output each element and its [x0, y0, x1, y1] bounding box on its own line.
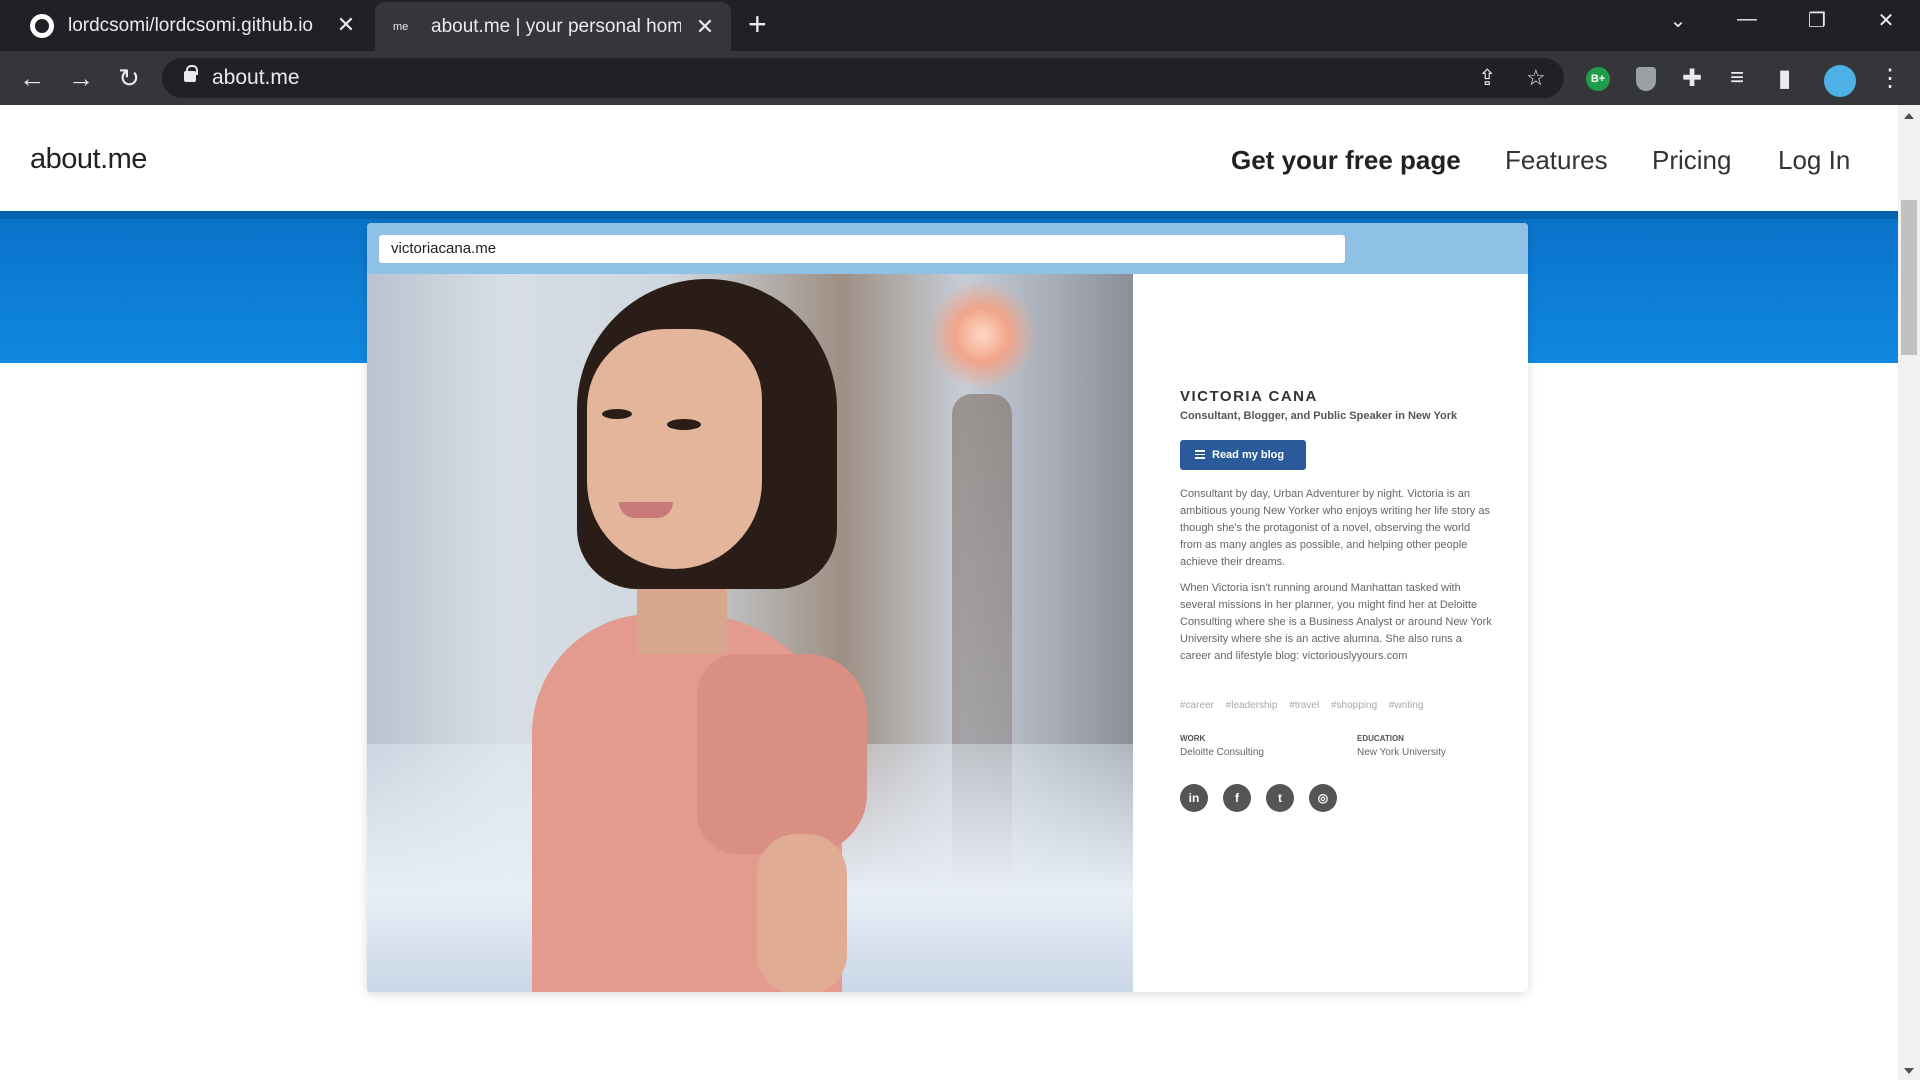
profile-mockup: victoriacana.me VICTORIA CANA Consultant…: [367, 223, 1528, 992]
tag: #shopping: [1330, 700, 1378, 711]
page-viewport: about.me Get your free page Features Pri…: [0, 105, 1898, 1080]
tab-title: about.me | your personal homep: [431, 15, 681, 37]
address-bar[interactable]: about.me ⇪ ☆: [162, 58, 1564, 98]
nav-features[interactable]: Features: [1505, 145, 1608, 176]
lock-icon[interactable]: [184, 65, 198, 82]
tag: #career: [1180, 700, 1214, 711]
site-header: about.me Get your free page Features Pri…: [0, 105, 1898, 211]
forward-icon[interactable]: →: [64, 63, 98, 93]
tag: #leadership: [1225, 700, 1278, 711]
bookmark-star-icon[interactable]: ☆: [1526, 65, 1546, 91]
tab-github[interactable]: lordcsomi/lordcsomi.github.io ✕: [0, 0, 372, 51]
extensions-puzzle-icon[interactable]: ✚: [1682, 64, 1702, 93]
read-blog-button[interactable]: Read my blog: [1180, 440, 1306, 470]
profile-bio-paragraph-1: Consultant by day, Urban Adventurer by n…: [1180, 488, 1490, 568]
education-value: New York University: [1357, 747, 1446, 758]
share-icon[interactable]: ⇪: [1478, 65, 1496, 91]
profile-tags: #career #leadership #travel #shopping #w…: [1180, 700, 1432, 711]
bplus-extension-icon[interactable]: B+: [1586, 67, 1610, 91]
menu-kebab-icon[interactable]: ⋮: [1878, 64, 1902, 93]
address-text[interactable]: about.me: [212, 66, 300, 90]
shield-extension-icon[interactable]: [1636, 67, 1656, 91]
profile-photo: [367, 274, 1133, 992]
site-logo[interactable]: about.me: [30, 143, 147, 176]
browser-toolbar: ← → ↻ about.me ⇪ ☆ B+ ✚ ≡ ▮ ⋮: [0, 51, 1920, 105]
close-window-button[interactable]: ✕: [1866, 8, 1906, 33]
education-label: EDUCATION: [1357, 734, 1404, 743]
github-icon: [30, 13, 54, 38]
profile-avatar[interactable]: [1824, 65, 1856, 97]
aboutme-favicon: me: [393, 20, 409, 33]
tab-search-icon[interactable]: ⌄: [1658, 8, 1698, 33]
close-icon[interactable]: ✕: [693, 14, 717, 40]
close-icon[interactable]: ✕: [334, 12, 358, 38]
restore-button[interactable]: ❐: [1797, 8, 1837, 33]
tab-aboutme[interactable]: me about.me | your personal homep ✕: [375, 2, 731, 51]
facebook-icon[interactable]: f: [1223, 784, 1251, 812]
scroll-up-arrow[interactable]: [1904, 113, 1914, 119]
tag: #travel: [1289, 700, 1320, 711]
section-heading-cutoff: [385, 1055, 1485, 1080]
browser-tab-strip: lordcsomi/lordcsomi.github.io ✕ me about…: [0, 0, 1920, 51]
back-icon[interactable]: ←: [15, 63, 49, 93]
list-icon: [1195, 450, 1205, 460]
work-label: WORK: [1180, 734, 1206, 743]
media-queue-icon[interactable]: ≡: [1730, 64, 1744, 92]
profile-card: VICTORIA CANA Consultant, Blogger, and P…: [1133, 274, 1528, 992]
tab-title: lordcsomi/lordcsomi.github.io: [68, 14, 313, 36]
mockup-browser-bar: victoriacana.me: [367, 223, 1528, 274]
profile-tagline: Consultant, Blogger, and Public Speaker …: [1180, 410, 1458, 422]
tag: #writing: [1388, 700, 1424, 711]
read-blog-label: Read my blog: [1212, 449, 1285, 461]
mockup-url: victoriacana.me: [379, 235, 1345, 263]
profile-name: VICTORIA CANA: [1180, 388, 1318, 405]
nav-get-free-page[interactable]: Get your free page: [1231, 145, 1461, 176]
reload-icon[interactable]: ↻: [112, 63, 146, 93]
new-tab-button[interactable]: +: [748, 6, 767, 43]
work-value: Deloitte Consulting: [1180, 747, 1264, 758]
side-panel-icon[interactable]: ▮: [1778, 64, 1791, 93]
linkedin-icon[interactable]: in: [1180, 784, 1208, 812]
profile-bio-paragraph-2: When Victoria isn't running around Manha…: [1180, 582, 1492, 662]
nav-pricing[interactable]: Pricing: [1652, 145, 1731, 176]
instagram-icon[interactable]: ◎: [1309, 784, 1337, 812]
twitter-icon[interactable]: t: [1266, 784, 1294, 812]
nav-login[interactable]: Log In: [1778, 145, 1850, 176]
page-scrollbar[interactable]: [1898, 105, 1920, 1080]
minimize-button[interactable]: —: [1727, 8, 1767, 31]
scroll-down-arrow[interactable]: [1904, 1068, 1914, 1074]
scroll-thumb[interactable]: [1901, 200, 1917, 355]
